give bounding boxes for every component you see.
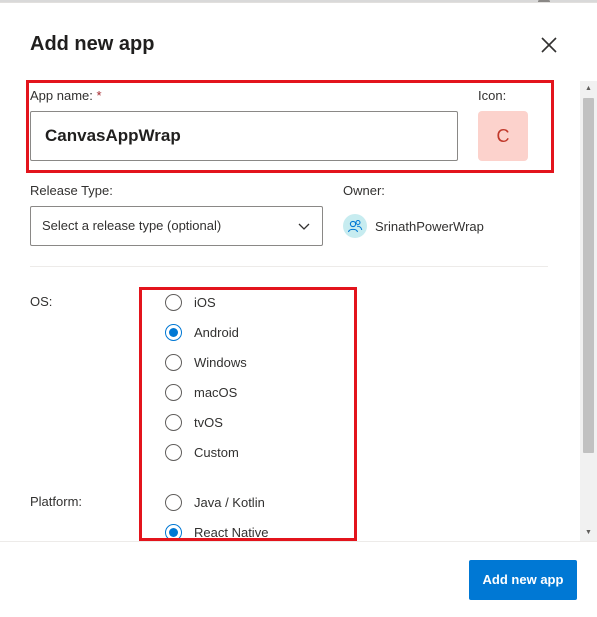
radio-circle xyxy=(165,493,182,511)
dialog-footer: Add new app xyxy=(0,541,597,617)
close-icon[interactable] xyxy=(538,34,560,56)
platform-option-react-native[interactable]: React Native xyxy=(165,522,268,541)
radio-circle xyxy=(165,443,182,461)
radio-circle xyxy=(165,353,182,371)
release-type-label: Release Type: xyxy=(30,183,113,198)
app-icon-preview[interactable]: C xyxy=(478,111,528,161)
os-option-windows[interactable]: Windows xyxy=(165,352,247,372)
radio-circle xyxy=(165,523,182,541)
os-option-ios[interactable]: iOS xyxy=(165,292,216,312)
os-option-tvos[interactable]: tvOS xyxy=(165,412,223,432)
scroll-thumb[interactable] xyxy=(583,98,594,453)
scroll-up-arrow-icon[interactable]: ▲ xyxy=(580,83,597,95)
people-icon xyxy=(343,214,367,238)
release-type-placeholder: Select a release type (optional) xyxy=(42,218,222,233)
required-marker: * xyxy=(96,88,102,103)
radio-circle xyxy=(165,323,182,341)
os-label: OS: xyxy=(30,294,53,309)
add-app-dialog: Add new app App name: * CanvasAppWrap Ic… xyxy=(0,2,597,617)
dialog-body: App name: * CanvasAppWrap Icon: C Releas… xyxy=(0,81,597,541)
os-option-android[interactable]: Android xyxy=(165,322,239,342)
platform-label: Platform: xyxy=(30,494,83,509)
os-option-macos[interactable]: macOS xyxy=(165,382,237,402)
release-type-select[interactable]: Select a release type (optional) xyxy=(30,206,323,246)
radio-circle xyxy=(165,413,182,431)
os-option-custom[interactable]: Custom xyxy=(165,442,239,462)
dialog-title: Add new app xyxy=(30,33,155,55)
vertical-scrollbar[interactable]: ▲ ▼ xyxy=(580,81,597,541)
scroll-down-arrow-icon[interactable]: ▼ xyxy=(580,527,597,539)
icon-label: Icon: xyxy=(478,88,507,103)
owner-info: SrinathPowerWrap xyxy=(343,214,484,238)
app-name-label: App name: * xyxy=(30,88,102,103)
platform-option-java-kotlin[interactable]: Java / Kotlin xyxy=(165,492,265,512)
owner-label: Owner: xyxy=(343,183,385,198)
add-new-app-button[interactable]: Add new app xyxy=(469,560,577,600)
radio-circle xyxy=(165,383,182,401)
section-divider xyxy=(30,266,548,267)
chevron-down-icon xyxy=(298,223,310,230)
radio-circle xyxy=(165,293,182,311)
app-name-input[interactable]: CanvasAppWrap xyxy=(30,111,458,161)
owner-name: SrinathPowerWrap xyxy=(375,218,484,234)
